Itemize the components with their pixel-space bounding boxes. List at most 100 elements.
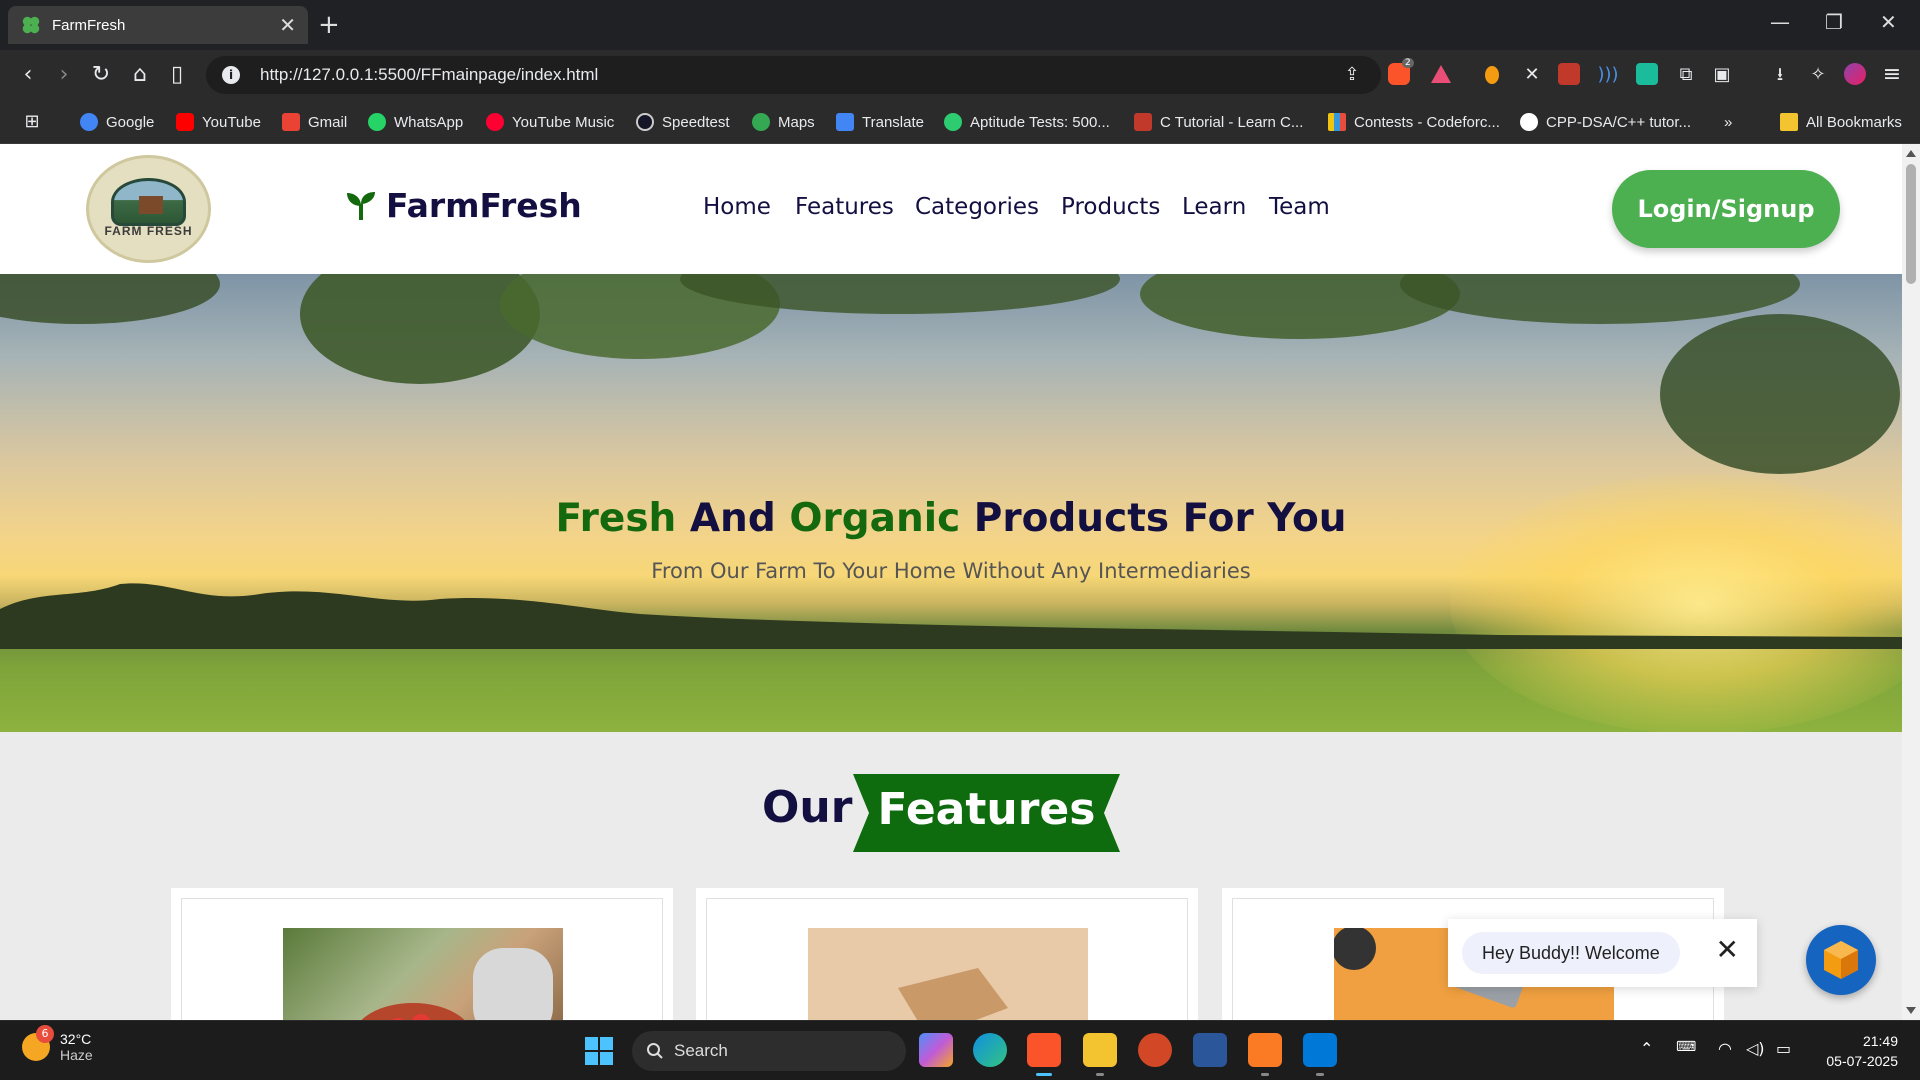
whatsapp-icon xyxy=(368,113,386,131)
forward-icon[interactable]: › xyxy=(52,63,76,87)
bookmark-maps[interactable]: Maps xyxy=(752,110,815,134)
bookmark-github[interactable]: CPP-DSA/C++ tutor... xyxy=(1520,110,1691,134)
vscode-icon[interactable] xyxy=(1303,1033,1337,1067)
browser-toolbar: ‹ › ↻ ⌂ ▯ i http://127.0.0.1:5500/FFmain… xyxy=(0,50,1920,100)
close-window-icon[interactable]: ✕ xyxy=(1880,10,1897,34)
brave-icon[interactable] xyxy=(1027,1033,1061,1067)
login-signup-button[interactable]: Login/Signup xyxy=(1612,170,1840,248)
scroll-down-icon[interactable] xyxy=(1906,1007,1916,1014)
bookmark-codeforces[interactable]: Contests - Codeforc... xyxy=(1328,110,1500,134)
welcome-toast: Hey Buddy!! Welcome ✕ xyxy=(1448,919,1757,987)
search-icon xyxy=(647,1043,663,1059)
hero-title: Fresh And Organic Products For You xyxy=(0,496,1902,541)
tab-close-icon[interactable]: ✕ xyxy=(279,13,296,37)
hero-title-organic: Organic xyxy=(789,496,961,541)
delivery-box-image xyxy=(808,928,1088,1020)
bookmark-youtube[interactable]: YouTube xyxy=(176,110,261,134)
x-extension-icon[interactable]: ✕ xyxy=(1520,63,1544,87)
nav-features[interactable]: Features xyxy=(795,194,894,220)
volume-icon[interactable]: ◁) xyxy=(1746,1039,1765,1058)
back-icon[interactable]: ‹ xyxy=(16,63,40,87)
tray-chevron-icon[interactable]: ⌃ xyxy=(1640,1039,1653,1058)
brave-rewards-icon[interactable] xyxy=(1430,63,1452,85)
xampp-icon[interactable] xyxy=(1248,1033,1282,1067)
scrollbar-thumb[interactable] xyxy=(1906,164,1916,284)
folder-icon xyxy=(1780,113,1798,131)
taskbar-search[interactable]: Search xyxy=(632,1031,906,1071)
file-explorer-icon[interactable] xyxy=(1083,1033,1117,1067)
browser-tab[interactable]: FarmFresh ✕ xyxy=(8,6,308,44)
translate-icon xyxy=(836,113,854,131)
toast-close-icon[interactable]: ✕ xyxy=(1716,933,1739,967)
bookmark-youtube-music[interactable]: YouTube Music xyxy=(486,110,614,134)
taskbar: 6 32°C Haze Search ⌃ ⌨ ◠ ◁) ▭ 21:49 05-0… xyxy=(0,1020,1920,1080)
all-bookmarks[interactable]: All Bookmarks xyxy=(1780,110,1902,134)
nav-products[interactable]: Products xyxy=(1061,194,1160,220)
bookmark-speedtest[interactable]: Speedtest xyxy=(636,110,730,134)
share-icon[interactable]: ⇪ xyxy=(1340,63,1364,87)
bookmark-icon[interactable]: ▯ xyxy=(165,63,189,87)
clock-time: 21:49 xyxy=(1862,1033,1898,1049)
edge-icon[interactable] xyxy=(973,1033,1007,1067)
extension-icon[interactable]: ))) xyxy=(1596,63,1620,87)
copilot-icon[interactable] xyxy=(919,1033,953,1067)
chat-button[interactable] xyxy=(1806,925,1876,995)
apps-grid-icon[interactable]: ⊞ xyxy=(20,110,44,134)
weather-widget[interactable]: 6 32°C Haze xyxy=(22,1025,93,1063)
hero-subtitle: From Our Farm To Your Home Without Any I… xyxy=(651,559,1251,583)
reader-icon[interactable]: ▣ xyxy=(1710,63,1734,87)
leo-ai-icon[interactable]: ✧ xyxy=(1806,63,1830,87)
keyboard-icon[interactable]: ⌨ xyxy=(1676,1039,1696,1055)
google-icon xyxy=(80,113,98,131)
more-bookmarks-icon[interactable]: » xyxy=(1724,110,1732,134)
gmail-icon xyxy=(282,113,300,131)
bookmark-c-tutorial[interactable]: C Tutorial - Learn C... xyxy=(1134,110,1303,134)
cplusplus-icon xyxy=(1134,113,1152,131)
page-scrollbar[interactable] xyxy=(1902,144,1920,1020)
word-icon[interactable] xyxy=(1193,1033,1227,1067)
minimize-icon[interactable]: — xyxy=(1770,10,1790,34)
reload-icon[interactable]: ↻ xyxy=(89,63,113,87)
clover-icon xyxy=(22,16,40,34)
barn-icon xyxy=(139,196,163,214)
extensions-puzzle-icon[interactable]: ⧉ xyxy=(1674,63,1698,87)
profile-icon[interactable] xyxy=(1844,63,1866,85)
site-info-icon[interactable]: i xyxy=(222,66,240,84)
brand[interactable]: FarmFresh xyxy=(346,186,582,225)
hero-title-fresh: Fresh xyxy=(555,496,677,541)
new-tab-icon[interactable]: + xyxy=(318,10,340,40)
extension-icon[interactable] xyxy=(1636,63,1658,85)
features-heading-features: Features xyxy=(877,784,1096,835)
weather-desc: Haze xyxy=(60,1047,93,1063)
bookmark-whatsapp[interactable]: WhatsApp xyxy=(368,110,463,134)
bookmark-aptitude[interactable]: Aptitude Tests: 500... xyxy=(944,110,1110,134)
extension-icon[interactable] xyxy=(1485,66,1499,84)
scroll-up-icon[interactable] xyxy=(1906,150,1916,157)
codeforces-icon xyxy=(1328,113,1346,131)
bookmark-gmail[interactable]: Gmail xyxy=(282,110,347,134)
farm-fresh-logo[interactable]: FARM FRESH xyxy=(86,155,211,263)
bookmark-translate[interactable]: Translate xyxy=(836,110,924,134)
nav-home[interactable]: Home xyxy=(703,194,771,220)
bookmark-google[interactable]: Google xyxy=(80,110,154,134)
battery-icon[interactable]: ▭ xyxy=(1776,1039,1791,1058)
features-heading: Our Features xyxy=(0,774,1902,854)
wifi-icon[interactable]: ◠ xyxy=(1718,1039,1732,1058)
extension-icon[interactable] xyxy=(1558,63,1580,85)
search-label: Search xyxy=(674,1041,728,1060)
powerpoint-icon[interactable] xyxy=(1138,1033,1172,1067)
download-icon[interactable]: ⭳ xyxy=(1768,63,1792,87)
features-ribbon: Features xyxy=(853,774,1120,852)
restore-icon[interactable]: ❐ xyxy=(1825,10,1843,34)
start-button[interactable] xyxy=(585,1037,613,1065)
menu-icon[interactable]: ≡ xyxy=(1880,63,1904,87)
address-bar[interactable]: i http://127.0.0.1:5500/FFmainpage/index… xyxy=(206,56,1381,94)
clock[interactable]: 21:49 05-07-2025 xyxy=(1808,1031,1898,1071)
nav-learn[interactable]: Learn xyxy=(1182,194,1246,220)
home-icon[interactable]: ⌂ xyxy=(128,63,152,87)
nav-team[interactable]: Team xyxy=(1269,194,1330,220)
nav-categories[interactable]: Categories xyxy=(915,194,1039,220)
brave-badge: 2 xyxy=(1402,58,1414,68)
speedtest-icon xyxy=(636,113,654,131)
youtube-icon xyxy=(176,113,194,131)
